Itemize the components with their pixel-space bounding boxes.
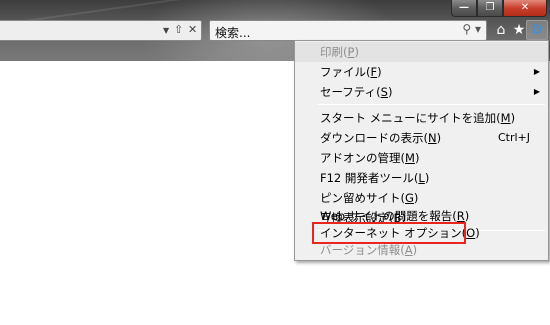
- minimize-button[interactable]: —: [451, 0, 477, 17]
- menu-item-shortcut: Ctrl+J: [497, 131, 530, 144]
- menu-item-accelerator: M: [405, 151, 415, 165]
- close-icon: ✕: [520, 2, 530, 13]
- gear-icon: ⚙: [530, 22, 544, 38]
- highlight-box: [312, 222, 466, 244]
- menu-item-accelerator: P: [347, 45, 355, 59]
- menu-item-file[interactable]: ファイル(F) ▶: [295, 62, 548, 82]
- menu-item-accelerator: N: [428, 131, 437, 145]
- close-icon[interactable]: ✕: [188, 23, 197, 36]
- menu-item-accelerator: F: [370, 65, 378, 79]
- menu-item-label: 印刷: [320, 45, 343, 59]
- restore-button[interactable]: ❐: [477, 0, 503, 17]
- menu-item-safety[interactable]: セーフティ(S) ▶: [295, 82, 548, 102]
- menu-item-label: Web サイトの問題を報告: [320, 209, 453, 223]
- search-icon[interactable]: ⚲ ▾: [462, 22, 481, 36]
- home-icon[interactable]: ⌂: [493, 22, 509, 38]
- minimize-icon: —: [459, 2, 469, 13]
- close-window-button[interactable]: ✕: [503, 0, 547, 17]
- dropdown-arrow-icon[interactable]: ▼: [163, 26, 169, 35]
- menu-item-label: セーフティ: [320, 85, 377, 99]
- menu-separator: [317, 104, 545, 105]
- menu-item-label: F12 開発者ツール: [320, 171, 414, 185]
- search-box[interactable]: 検索... ⚲ ▾: [209, 20, 487, 41]
- menu-item-accelerator: M: [500, 111, 511, 125]
- star-icon[interactable]: ★: [511, 22, 527, 38]
- menu-item-accelerator: S: [380, 85, 388, 99]
- menu-item-accelerator: R: [456, 209, 465, 223]
- menu-item-add-to-start[interactable]: スタート メニューにサイトを追加(M): [295, 108, 548, 128]
- submenu-arrow-icon: ▶: [533, 67, 540, 76]
- menu-item-accelerator: O: [466, 226, 476, 240]
- menu-item-manage-addons[interactable]: アドオンの管理(M): [295, 148, 548, 168]
- tools-button[interactable]: ⚙: [526, 20, 548, 40]
- menu-item-view-downloads[interactable]: ダウンロードの表示(N) Ctrl+J: [295, 128, 548, 148]
- menu-item-print[interactable]: 印刷(P): [295, 42, 548, 62]
- address-bar[interactable]: ▼ ⇧ ✕: [0, 20, 202, 41]
- window-caption-buttons: — ❐ ✕: [451, 0, 547, 17]
- menu-item-label: バージョン情報: [320, 243, 401, 257]
- menu-item-label: ダウンロードの表示: [320, 131, 424, 145]
- menu-item-label: ピン留めサイト: [320, 191, 401, 205]
- menu-item-f12-tools[interactable]: F12 開発者ツール(L): [295, 168, 548, 188]
- restore-icon: ❐: [485, 2, 495, 13]
- compatibility-icon[interactable]: ⇧: [174, 23, 183, 36]
- menu-item-label: スタート メニューにサイトを追加: [320, 111, 497, 125]
- search-input[interactable]: 検索...: [215, 24, 250, 41]
- menu-item-label: ファイル: [320, 65, 366, 79]
- menu-item-accelerator: A: [404, 243, 413, 257]
- menu-item-pinned-sites[interactable]: ピン留めサイト(G): [295, 188, 548, 208]
- menu-item-accelerator: G: [405, 191, 414, 205]
- menu-item-accelerator: L: [418, 171, 425, 185]
- submenu-arrow-icon: ▶: [533, 87, 540, 96]
- menu-item-label: アドオンの管理: [320, 151, 401, 165]
